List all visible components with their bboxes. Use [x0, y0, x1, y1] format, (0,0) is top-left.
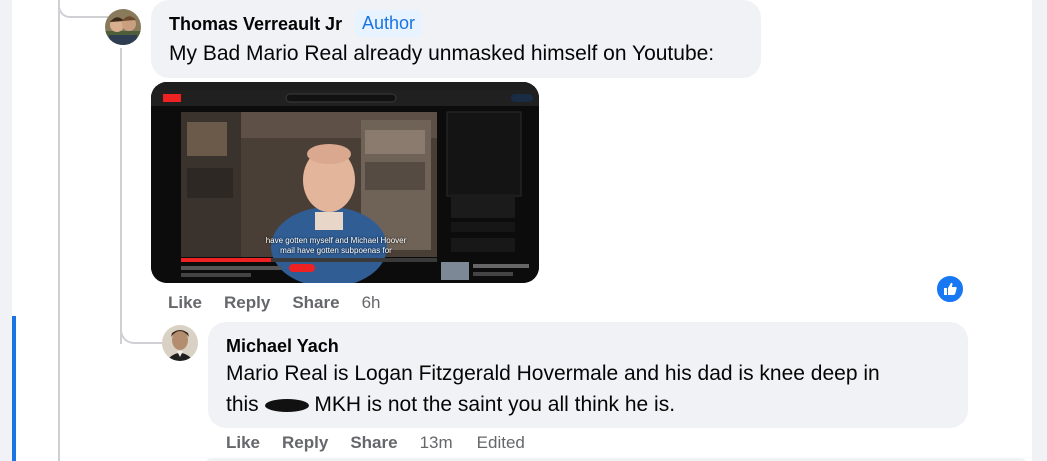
thread-line — [58, 0, 60, 461]
like-button[interactable]: Like — [168, 293, 202, 313]
redacted-word-mark — [264, 398, 309, 412]
avatar[interactable] — [105, 9, 141, 45]
comment-actions: Like Reply Share 6h — [168, 293, 407, 313]
reply-thread-connector — [120, 310, 162, 344]
reply-text-line: this MKH is not the saint you all think … — [226, 389, 956, 420]
comment-author-name[interactable]: Thomas Verreault Jr — [169, 14, 342, 35]
reply-thread-line — [120, 48, 122, 344]
reply-author-name[interactable]: Michael Yach — [226, 336, 339, 357]
thread-connector — [58, 0, 108, 18]
focus-indicator — [12, 316, 16, 461]
share-button[interactable]: Share — [292, 293, 339, 313]
reply-button[interactable]: Reply — [224, 293, 270, 313]
reply-timestamp[interactable]: 13m — [420, 433, 453, 453]
video-screenshot-image[interactable]: have gotten myself and Michael Hoover ma… — [151, 82, 539, 283]
reply-text-segment: MKH is not the saint you all think he is… — [308, 393, 676, 416]
comment-timestamp[interactable]: 6h — [362, 293, 381, 313]
reply-text-line: Mario Real is Logan Fitzgerald Hovermale… — [226, 362, 880, 385]
reply-actions: Like Reply Share 13m Edited — [226, 433, 551, 453]
author-badge: Author — [355, 10, 423, 37]
reply-text: Mario Real is Logan Fitzgerald Hovermale… — [226, 358, 956, 420]
reply-text-segment: this — [226, 393, 259, 416]
share-button[interactable]: Share — [350, 433, 397, 453]
video-subtitle: have gotten myself and Michael Hoover ma… — [265, 236, 407, 255]
thumbs-up-icon[interactable] — [935, 274, 965, 304]
edited-label: Edited — [476, 433, 525, 452]
reply-button[interactable]: Reply — [282, 433, 328, 453]
avatar[interactable] — [162, 325, 198, 361]
like-button[interactable]: Like — [226, 433, 260, 453]
comment-text: My Bad Mario Real already unmasked himse… — [169, 42, 715, 65]
